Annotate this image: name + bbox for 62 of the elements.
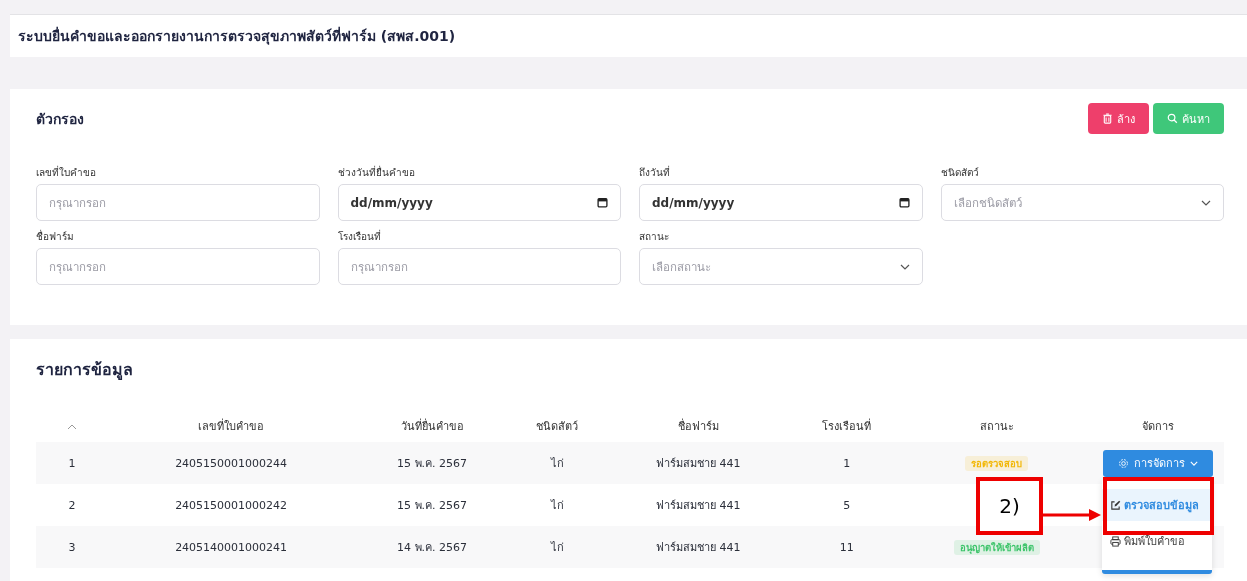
column-header: ชื่อฟาร์ม xyxy=(677,420,719,433)
table-cell: 14 พ.ค. 2567 xyxy=(397,541,467,554)
table-cell: ฟาร์มสมชาย 441 xyxy=(656,499,741,512)
column-header: จัดการ xyxy=(1142,420,1174,433)
select-field[interactable]: เลือกสถานะ xyxy=(639,248,923,285)
filter-title: ตัวกรอง xyxy=(36,109,84,129)
table-cell: ฟาร์มสมชาย 441 xyxy=(656,457,741,470)
menu-item[interactable]: พิมพ์ใบคำขอ xyxy=(1102,525,1212,557)
table-cell: 1 xyxy=(843,456,851,470)
table-title: รายการข้อมูล xyxy=(36,359,134,382)
search-icon xyxy=(1167,113,1178,124)
table-cell: 15 พ.ค. 2567 xyxy=(397,457,467,470)
page-title: ระบบยื่นคำขอและออกรายงานการตรวจสุขภาพสัตว์ที่ฟาร์ม (สพส.001) xyxy=(18,25,456,47)
sort-icon[interactable] xyxy=(67,423,77,430)
status-badge: อนุญาตให้เข้าผลิต xyxy=(953,539,1040,555)
chevron-down-icon xyxy=(1190,460,1198,466)
table-cell: ไก่ xyxy=(550,541,564,554)
column-header: โรงเรือนที่ xyxy=(822,420,872,433)
table-cell: 2 xyxy=(68,498,76,512)
column-header: ชนิดสัตว์ xyxy=(536,420,579,433)
field-label: ชนิดสัตว์ xyxy=(940,166,980,180)
chevron-down-icon xyxy=(1201,199,1211,206)
input-field[interactable]: กรุณากรอก xyxy=(337,248,621,285)
trash-icon xyxy=(1102,113,1113,124)
search-button[interactable]: ค้นหา xyxy=(1153,103,1224,134)
field-label: สถานะ xyxy=(639,230,670,244)
column-header: วันที่ยื่นคำขอ xyxy=(400,420,464,433)
field-label: ชื่อฟาร์ม xyxy=(36,229,75,244)
clear-button[interactable]: ล้าง xyxy=(1088,103,1149,134)
table-cell: 15 พ.ค. 2567 xyxy=(397,499,467,512)
chevron-down-icon xyxy=(899,263,910,270)
table-cell: ไก่ xyxy=(550,457,564,470)
select-field[interactable]: เลือกชนิดสัตว์ xyxy=(940,184,1224,221)
table-cell: 1 xyxy=(68,456,76,470)
table-cell: 5 xyxy=(843,498,851,512)
column-header: สถานะ xyxy=(979,420,1014,433)
table-cell: 2405140001000241 xyxy=(175,540,288,554)
input-field[interactable]: กรุณากรอก xyxy=(36,248,320,285)
menu-item[interactable]: ตรวจสอบข้อมูล xyxy=(1102,489,1212,521)
date-field[interactable]: dd/mm/yyyy xyxy=(639,184,923,221)
status-badge: รอตรวจสอบ xyxy=(965,455,1029,471)
field-label: ถึงวันที่ xyxy=(639,165,671,180)
manage-button[interactable]: การจัดการ xyxy=(1103,449,1213,477)
annotation-arrow xyxy=(1043,508,1103,522)
table-cell: ไก่ xyxy=(550,499,564,512)
calendar-icon xyxy=(898,197,910,208)
table-cell: 11 xyxy=(839,540,854,554)
column-header: เลขที่ใบคำขอ xyxy=(198,420,265,433)
annotation-label: 2) xyxy=(976,477,1043,535)
field-label: เลขที่ใบคำขอ xyxy=(36,165,97,180)
table-cell: 2405150001000244 xyxy=(175,456,288,470)
field-label: ช่วงวันที่ยื่นคำขอ xyxy=(337,165,416,180)
calendar-icon xyxy=(597,197,608,208)
table-cell: 2405150001000242 xyxy=(175,498,288,512)
table-cell: ฟาร์มสมชาย 441 xyxy=(656,541,741,554)
input-field[interactable]: กรุณากรอก xyxy=(36,184,320,221)
date-field[interactable]: dd/mm/yyyy xyxy=(337,184,621,221)
printer-icon xyxy=(1110,535,1121,547)
gear-icon xyxy=(1118,457,1129,469)
edit-icon xyxy=(1110,499,1121,511)
field-label: โรงเรือนที่ xyxy=(337,229,382,244)
table-cell: 3 xyxy=(68,540,76,554)
